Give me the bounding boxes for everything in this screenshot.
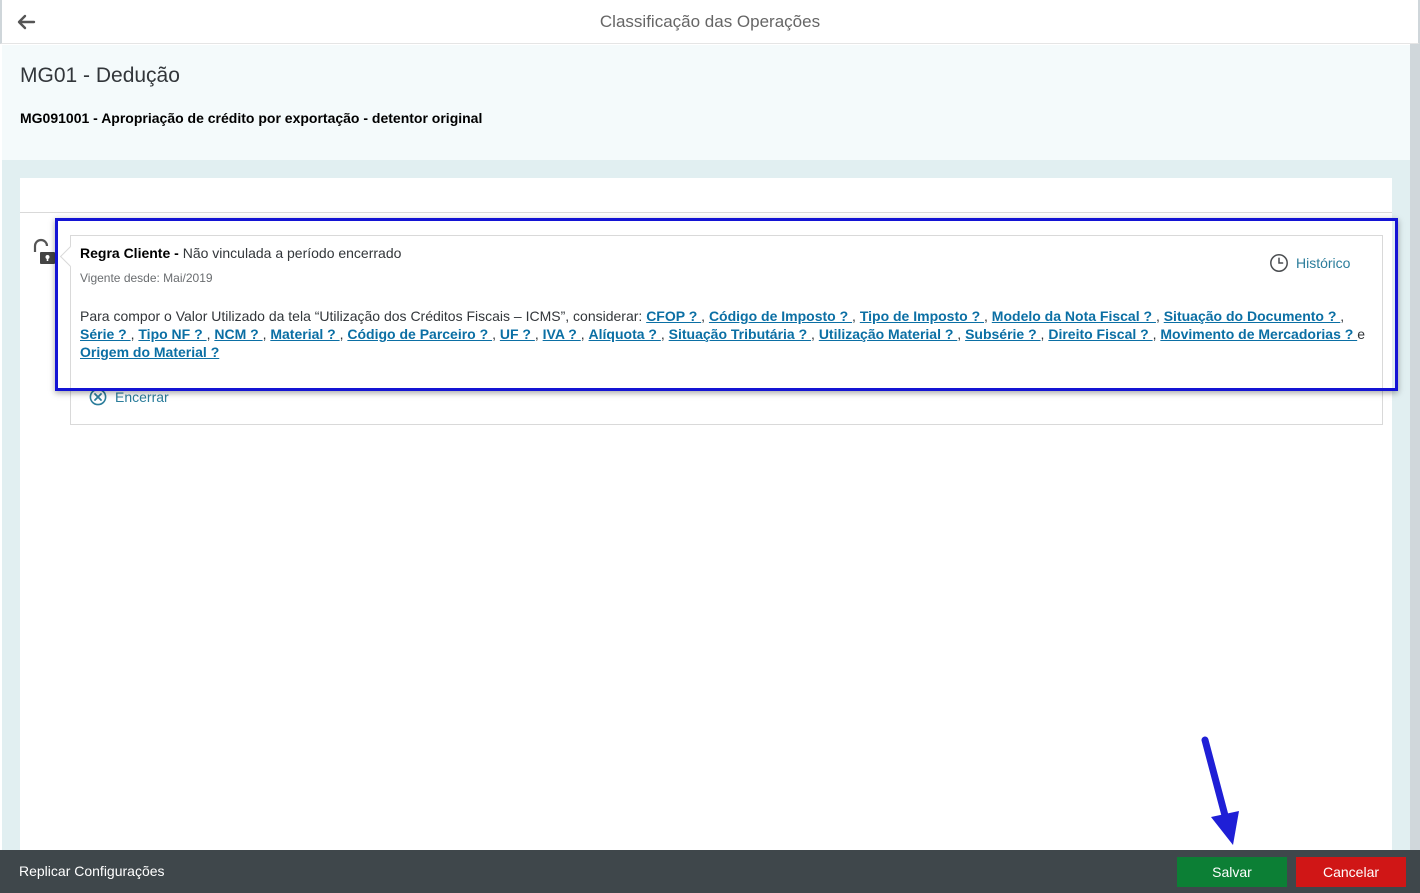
rule-separator: , (852, 308, 860, 324)
rule-separator: , (580, 326, 589, 342)
unlocked-icon (30, 238, 58, 266)
rule-intro: Para compor o Valor Utilizado da tela “U… (80, 308, 647, 324)
criteria-link[interactable]: Subsérie ? (965, 326, 1040, 342)
object-subtitle: MG091001 - Apropriação de crédito por ex… (20, 110, 483, 126)
criteria-link[interactable]: Movimento de Mercadorias ? (1160, 326, 1357, 342)
close-rule-link[interactable]: Encerrar (89, 388, 169, 406)
criteria-link[interactable]: Série ? (80, 326, 131, 342)
criteria-link[interactable]: NCM ? (214, 326, 262, 342)
object-header: MG01 - Dedução MG091001 - Apropriação de… (2, 45, 1410, 160)
history-label: Histórico (1296, 255, 1351, 271)
clock-icon (1270, 254, 1288, 272)
rule-description: Para compor o Valor Utilizado da tela “U… (80, 307, 1370, 361)
save-button[interactable]: Salvar (1177, 857, 1287, 887)
criteria-link[interactable]: Material ? (270, 326, 339, 342)
rule-separator: , (1340, 308, 1345, 324)
criteria-link[interactable]: Código de Parceiro ? (347, 326, 492, 342)
rule-separator: , (534, 326, 543, 342)
footer-toolbar: Replicar Configurações Salvar Cancelar (0, 850, 1420, 893)
rule-separator: , (811, 326, 819, 342)
criteria-link[interactable]: CFOP ? (646, 308, 701, 324)
rule-header: Regra Cliente - Não vinculada a período … (80, 245, 401, 261)
criteria-link[interactable]: Situação do Documento ? (1164, 308, 1341, 324)
rule-valid-since: Vigente desde: Mai/2019 (80, 271, 213, 285)
criteria-link[interactable]: Código de Imposto ? (709, 308, 852, 324)
shell-header: Classificação das Operações (0, 0, 1420, 44)
rule-conjunction: e (1357, 326, 1365, 342)
page-title: Classificação das Operações (599, 12, 821, 31)
replicate-config-button[interactable]: Replicar Configurações (19, 863, 165, 879)
object-title: MG01 - Dedução (20, 64, 180, 87)
rule-separator: , (984, 308, 992, 324)
history-link[interactable]: Histórico (1269, 253, 1350, 273)
circle-x-icon (89, 388, 107, 406)
criteria-link[interactable]: Tipo de Imposto ? (860, 308, 984, 324)
scroll-edge (1410, 44, 1420, 850)
rule-separator: , (701, 308, 709, 324)
rule-separator: , (660, 326, 669, 342)
criteria-link[interactable]: Alíquota ? (589, 326, 661, 342)
criteria-link[interactable]: Utilização Material ? (819, 326, 957, 342)
rule-label: Regra Cliente - (80, 245, 179, 261)
criteria-link[interactable]: UF ? (500, 326, 535, 342)
panel-divider (20, 212, 1392, 213)
rule-separator: , (1155, 308, 1164, 324)
criteria-link[interactable]: Origem do Material ? (80, 344, 219, 360)
rule-separator: , (957, 326, 966, 342)
rule-separator: , (492, 326, 500, 342)
rule-status: Não vinculada a período encerrado (178, 245, 402, 261)
close-label: Encerrar (115, 389, 169, 405)
cancel-button[interactable]: Cancelar (1296, 857, 1406, 887)
criteria-link[interactable]: Direito Fiscal ? (1048, 326, 1152, 342)
criteria-link[interactable]: Situação Tributária ? (669, 326, 811, 342)
criteria-link[interactable]: IVA ? (543, 326, 581, 342)
criteria-link[interactable]: Modelo da Nota Fiscal ? (992, 308, 1156, 324)
criteria-link[interactable]: Tipo NF ? (138, 326, 206, 342)
